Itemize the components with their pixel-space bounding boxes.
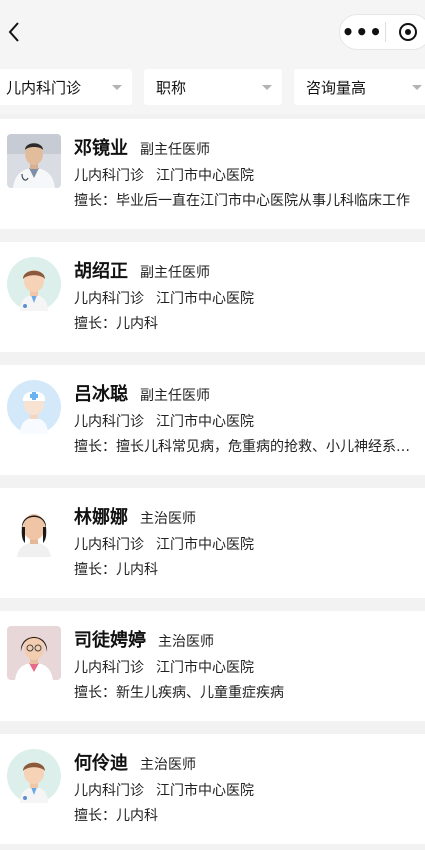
doctor-title: 副主任医师 <box>140 265 210 281</box>
doctor-name: 林娜娜 <box>74 507 128 528</box>
doctor-photo <box>7 134 61 188</box>
default-doctor-avatar <box>7 257 61 311</box>
doctor-specialty: 擅长：新生儿疾病、儿童重症疾病 <box>74 685 284 701</box>
more-button[interactable]: ••• <box>340 15 385 49</box>
doctor-card[interactable]: 吕冰聪 副主任医师 儿内科门诊 江门市中心医院 擅长：擅长儿科常见病，危重病的抢救… <box>0 365 425 475</box>
doctor-specialty: 擅长：儿内科 <box>74 808 158 824</box>
doctor-card[interactable]: 何伶迪 主治医师 儿内科门诊 江门市中心医院 擅长：儿内科 <box>0 734 425 844</box>
close-program-button[interactable] <box>385 15 425 49</box>
doctor-department: 儿内科门诊 <box>74 783 144 799</box>
doctor-department: 儿内科门诊 <box>74 168 144 184</box>
doctor-department-row: 儿内科门诊 江门市中心医院 <box>74 780 254 800</box>
doctor-department-row: 儿内科门诊 江门市中心医院 <box>74 288 254 308</box>
department-filter[interactable]: 儿内科门诊 <box>0 69 132 105</box>
default-nurse-avatar <box>7 380 61 434</box>
target-icon <box>398 23 417 41</box>
default-doctor-avatar <box>7 749 61 803</box>
dropdown-caret-icon <box>112 85 122 90</box>
chevron-left-icon <box>8 22 19 42</box>
doctor-name-row: 吕冰聪 副主任医师 <box>74 380 210 406</box>
doctor-hospital: 江门市中心医院 <box>156 537 254 553</box>
doctor-department: 儿内科门诊 <box>74 414 144 430</box>
doctor-hospital: 江门市中心医院 <box>156 783 254 799</box>
doctor-title: 副主任医师 <box>140 142 210 158</box>
doctor-specialty: 擅长：儿内科 <box>74 316 158 332</box>
doctor-department-row: 儿内科门诊 江门市中心医院 <box>74 534 254 554</box>
doctor-department-row: 儿内科门诊 江门市中心医院 <box>74 165 254 185</box>
doctor-name-row: 何伶迪 主治医师 <box>74 749 196 775</box>
doctor-name: 司徒娉婷 <box>74 630 146 651</box>
doctor-title: 主治医师 <box>140 757 196 773</box>
doctor-name: 胡绍正 <box>74 261 128 282</box>
back-button[interactable] <box>0 16 28 48</box>
doctor-title: 主治医师 <box>140 511 196 527</box>
mini-program-capsule: ••• <box>339 14 425 50</box>
dropdown-caret-icon <box>412 85 422 90</box>
doctor-title: 副主任医师 <box>140 388 210 404</box>
doctor-hospital: 江门市中心医院 <box>156 291 254 307</box>
doctor-hospital: 江门市中心医院 <box>156 414 254 430</box>
doctor-specialty: 擅长：毕业后一直在江门市中心医院从事儿科临床工作 <box>74 193 410 209</box>
doctor-department: 儿内科门诊 <box>74 537 144 553</box>
doctor-name-row: 胡绍正 副主任医师 <box>74 257 210 283</box>
doctor-department-row: 儿内科门诊 江门市中心医院 <box>74 411 254 431</box>
doctor-name: 邓镜业 <box>74 138 128 159</box>
sort-filter-label: 咨询量高 <box>306 78 367 97</box>
title-filter-label: 职称 <box>156 78 187 97</box>
doctor-card[interactable]: 邓镜业 副主任医师 儿内科门诊 江门市中心医院 擅长：毕业后一直在江门市中心医院从… <box>0 119 425 229</box>
doctor-hospital: 江门市中心医院 <box>156 168 254 184</box>
doctor-specialty: 擅长：擅长儿科常见病，危重病的抢救、小儿神经系统疾病 <box>74 439 418 455</box>
doctor-title: 主治医师 <box>158 634 214 650</box>
doctor-specialty: 擅长：儿内科 <box>74 562 158 578</box>
doctor-department-row: 儿内科门诊 江门市中心医院 <box>74 657 254 677</box>
doctor-name-row: 林娜娜 主治医师 <box>74 503 196 529</box>
more-dots-icon: ••• <box>341 20 383 44</box>
doctor-department: 儿内科门诊 <box>74 660 144 676</box>
doctor-name-row: 司徒娉婷 主治医师 <box>74 626 214 652</box>
doctor-card[interactable]: 胡绍正 副主任医师 儿内科门诊 江门市中心医院 擅长：儿内科 <box>0 242 425 352</box>
sort-filter[interactable]: 咨询量高 <box>294 69 425 105</box>
department-filter-label: 儿内科门诊 <box>6 78 82 97</box>
title-filter[interactable]: 职称 <box>144 69 282 105</box>
doctor-card[interactable]: 司徒娉婷 主治医师 儿内科门诊 江门市中心医院 擅长：新生儿疾病、儿童重症疾病 <box>0 611 425 721</box>
doctor-photo <box>7 503 61 557</box>
doctor-department: 儿内科门诊 <box>74 291 144 307</box>
filter-bar: 儿内科门诊 职称 咨询量高 <box>0 64 425 114</box>
doctor-name: 何伶迪 <box>74 753 128 774</box>
dropdown-caret-icon <box>262 85 272 90</box>
doctor-hospital: 江门市中心医院 <box>156 660 254 676</box>
doctor-name-row: 邓镜业 副主任医师 <box>74 134 210 160</box>
doctor-photo <box>7 626 61 680</box>
doctor-card[interactable]: 林娜娜 主治医师 儿内科门诊 江门市中心医院 擅长：儿内科 <box>0 488 425 598</box>
nav-bar: ••• <box>0 0 425 64</box>
doctor-name: 吕冰聪 <box>74 384 128 405</box>
